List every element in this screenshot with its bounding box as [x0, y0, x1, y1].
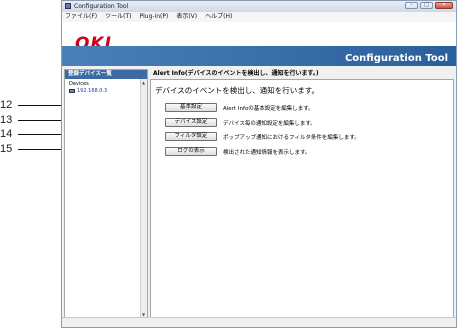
- list-item: ログの表示 検出された通知情報を表示します。: [165, 146, 310, 157]
- device-list-panel: 登録デバイス一覧 Devices 192.168.0.3 ▲ ▼: [64, 69, 148, 319]
- menu-help[interactable]: ヘルプ(H): [205, 12, 232, 22]
- device-settings-button[interactable]: デバイス設定: [165, 118, 217, 127]
- device-list-header: 登録デバイス一覧: [65, 70, 147, 79]
- device-settings-description: デバイス毎の通知設定を編集します。: [223, 120, 316, 127]
- menu-file[interactable]: ファイル(F): [65, 12, 97, 22]
- device-item[interactable]: 192.168.0.3: [65, 87, 147, 94]
- list-item: フィルタ設定 ポップアップ通知におけるフィルタ条件を編集します。: [165, 131, 360, 142]
- menu-view[interactable]: 表示(V): [176, 12, 197, 22]
- app-icon: [65, 3, 71, 9]
- device-address: 192.168.0.3: [77, 88, 108, 94]
- status-bar: [62, 317, 456, 327]
- minimize-button[interactable]: –: [405, 2, 418, 9]
- callout-label-14: 14: [0, 128, 13, 140]
- filter-settings-button[interactable]: フィルタ設定: [165, 132, 217, 141]
- show-log-description: 検出された通知情報を表示します。: [223, 149, 311, 156]
- callout-label-13: 13: [0, 114, 13, 126]
- show-log-button[interactable]: ログの表示: [165, 147, 217, 156]
- plugin-header: Alert Info(デバイスのイベントを検出し、通知を行います。): [153, 70, 319, 77]
- close-button[interactable]: ✕: [435, 2, 453, 9]
- callout-label-12: 12: [0, 99, 13, 111]
- menu-tools[interactable]: ツール(T): [105, 12, 131, 22]
- filter-settings-description: ポップアップ通知におけるフィルタ条件を編集します。: [223, 134, 360, 141]
- list-item: 基本設定 Alert Infoの基本設定を編集します。: [165, 102, 314, 113]
- device-list-scrollbar[interactable]: ▲ ▼: [140, 79, 147, 318]
- callout-label-15: 15: [0, 143, 13, 155]
- maximize-button[interactable]: □: [420, 2, 433, 9]
- window-title: Configuration Tool: [74, 3, 129, 10]
- app-window: Configuration Tool – □ ✕ ファイル(F) ツール(T) …: [61, 0, 457, 328]
- app-title: Configuration Tool: [344, 53, 448, 64]
- plugin-subtitle: デバイスのイベントを検出し、通知を行います。: [155, 86, 320, 95]
- basic-settings-button[interactable]: 基本設定: [165, 103, 217, 112]
- list-item: デバイス設定 デバイス毎の通知設定を編集します。: [165, 117, 316, 128]
- printer-icon: [69, 89, 75, 93]
- plugin-panel: デバイスのイベントを検出し、通知を行います。 基本設定 Alert Infoの基…: [150, 79, 454, 319]
- devices-group[interactable]: Devices: [65, 79, 147, 87]
- scroll-up-icon[interactable]: ▲: [142, 80, 145, 85]
- basic-settings-description: Alert Infoの基本設定を編集します。: [223, 105, 314, 112]
- title-bar: Configuration Tool – □ ✕: [62, 1, 456, 12]
- menu-plugin[interactable]: Plug-in(P): [140, 12, 169, 22]
